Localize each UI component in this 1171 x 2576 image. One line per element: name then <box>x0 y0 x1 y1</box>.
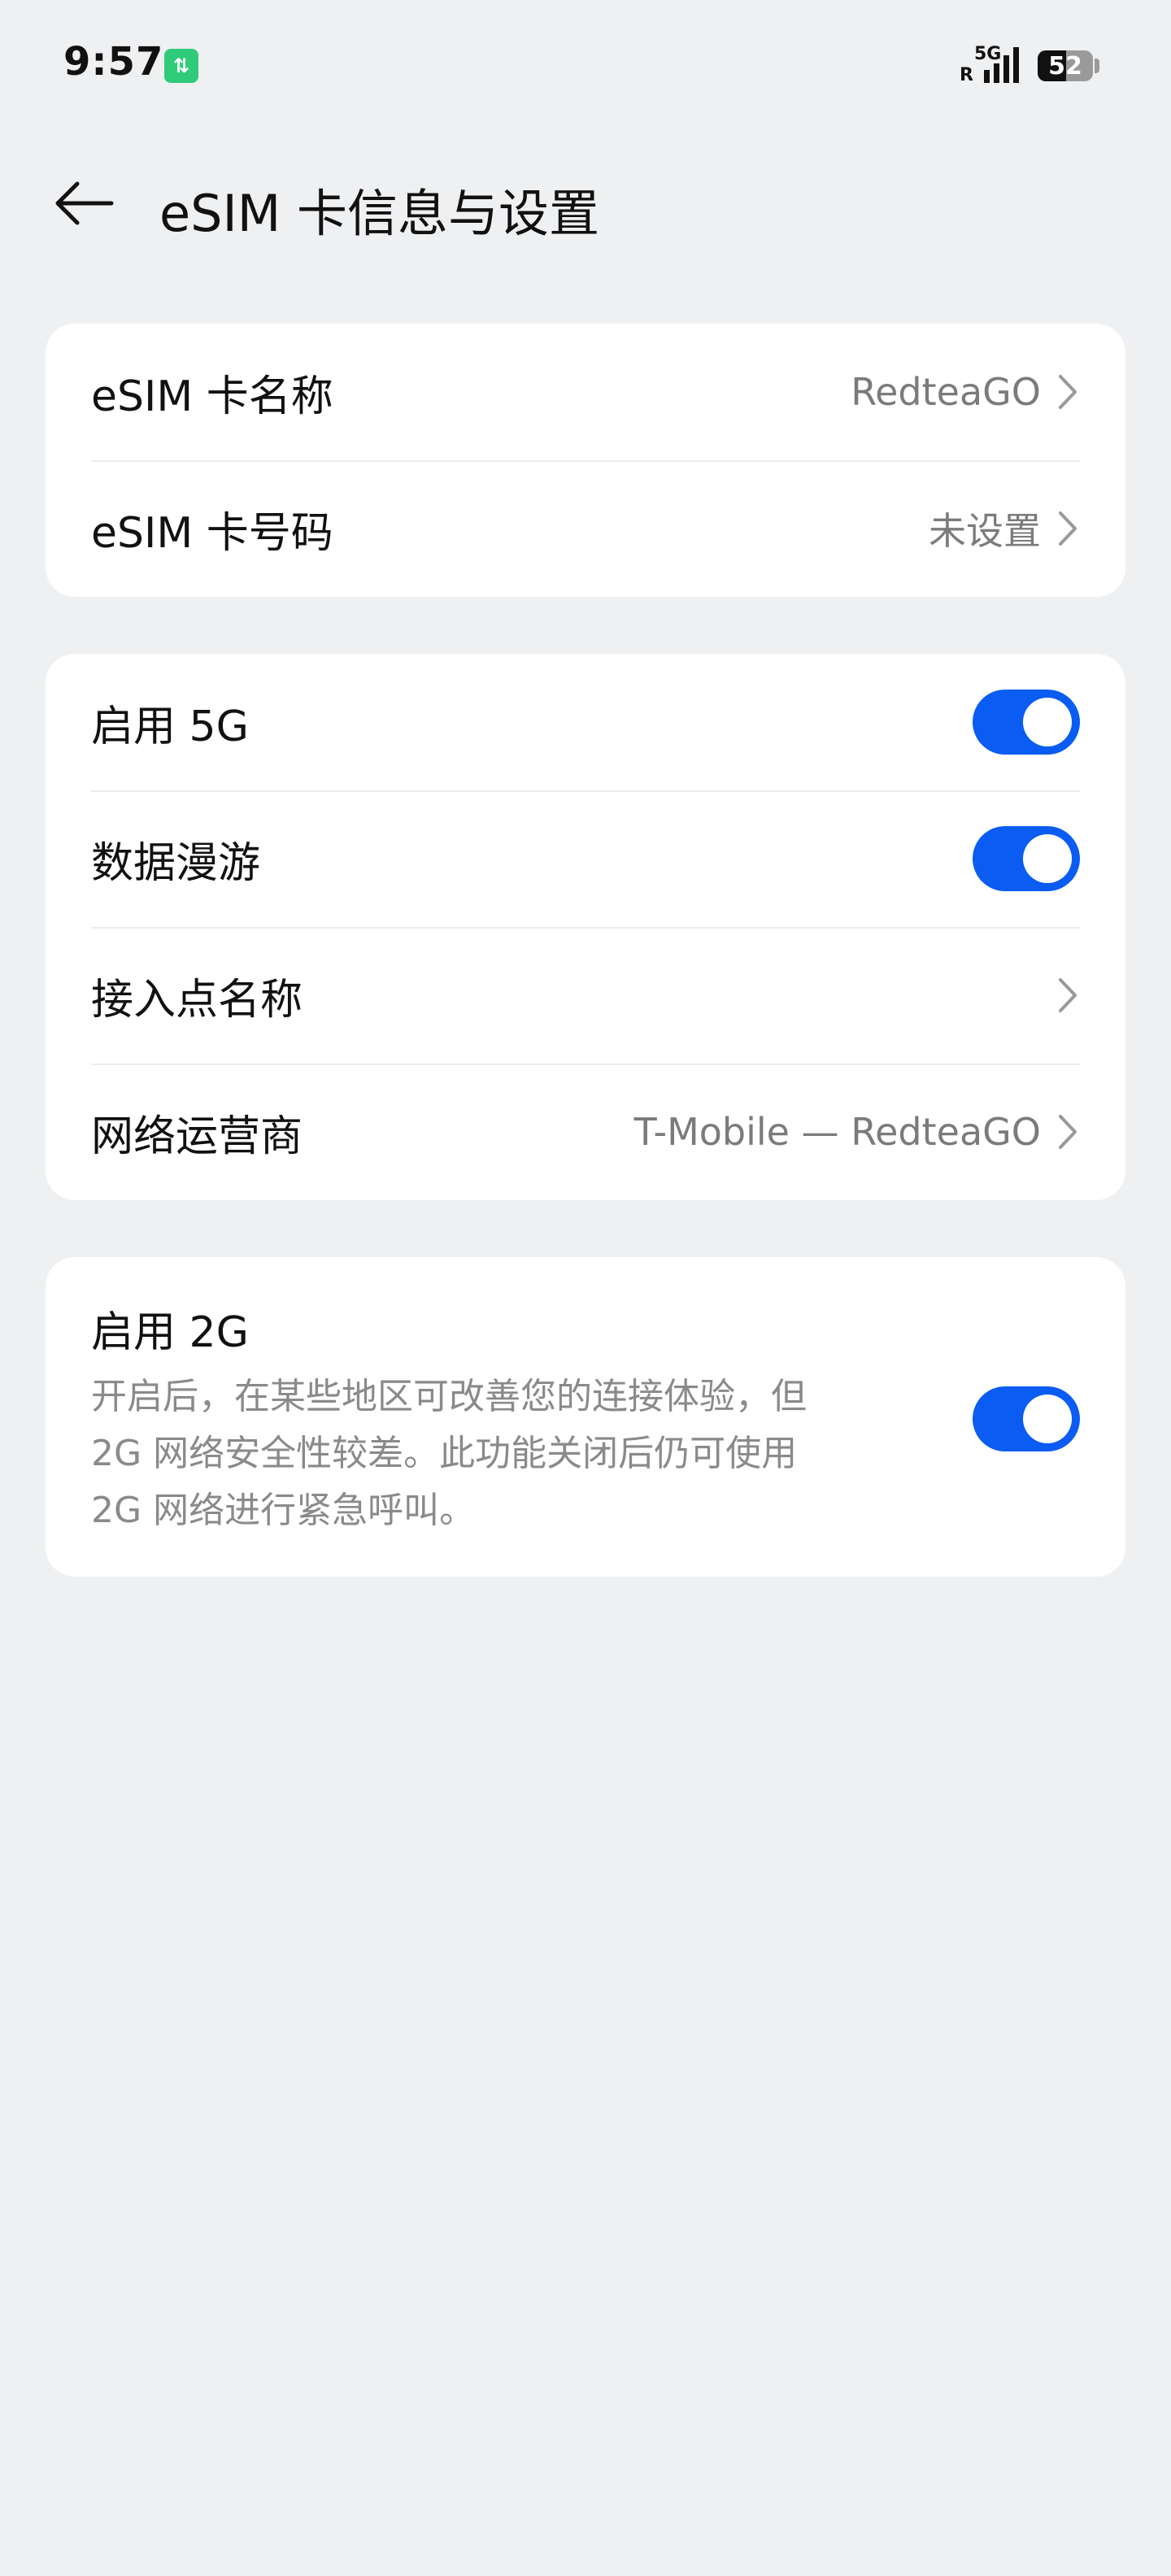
battery-level: 52 <box>1048 51 1082 80</box>
enable-2g-desc-line: 开启后，在某些地区可改善您的连接体验，但 <box>91 1376 807 1417</box>
apn-row[interactable]: 接入点名称 <box>46 927 1125 1064</box>
chevron-right-icon <box>1056 1112 1080 1152</box>
esim-name-row[interactable]: eSIM 卡名称 RedteaGO <box>46 324 1125 460</box>
enable-2g-description: 开启后，在某些地区可改善您的连接体验，但 2G 网络安全性较差。此功能关闭后仍可… <box>91 1368 908 1539</box>
page-title: eSIM 卡信息与设置 <box>159 184 599 243</box>
esim-name-value: RedteaGO <box>851 370 1041 414</box>
carrier-value: T-Mobile — RedteaGO <box>633 1110 1041 1154</box>
roaming-indicator: R <box>960 65 973 85</box>
enable-2g-row: 启用 2G 开启后，在某些地区可改善您的连接体验，但 2G 网络安全性较差。此功… <box>46 1257 1125 1577</box>
data-roaming-row: 数据漫游 <box>46 790 1125 927</box>
battery-tip <box>1095 59 1099 73</box>
enable-5g-toggle[interactable] <box>973 690 1080 755</box>
arrow-left-icon <box>55 181 114 225</box>
esim-name-label: eSIM 卡名称 <box>91 372 333 421</box>
chevron-right-icon <box>1056 372 1080 412</box>
esim-number-row[interactable]: eSIM 卡号码 未设置 <box>46 460 1125 597</box>
enable-5g-label: 启用 5G <box>91 702 249 751</box>
battery-icon: 52 <box>1038 50 1093 81</box>
apn-label: 接入点名称 <box>91 975 303 1025</box>
data-roaming-toggle[interactable] <box>973 826 1080 891</box>
status-bar: 9:57 ⇅ 5G R 52 <box>0 0 1171 130</box>
enable-2g-title: 启用 2G <box>91 1308 249 1357</box>
enable-2g-toggle[interactable] <box>973 1386 1080 1451</box>
carrier-row[interactable]: 网络运营商 T-Mobile — RedteaGO <box>46 1064 1125 1200</box>
enable-2g-card: 启用 2G 开启后，在某些地区可改善您的连接体验，但 2G 网络安全性较差。此功… <box>46 1257 1125 1577</box>
enable-5g-row: 启用 5G <box>46 654 1125 790</box>
network-settings-card: 启用 5G 数据漫游 接入点名称 网络运营商 T-Mobile — Redtea… <box>46 654 1125 1200</box>
carrier-label: 网络运营商 <box>91 1112 303 1161</box>
signal-strength-icon <box>984 47 1019 83</box>
back-button[interactable] <box>39 163 128 244</box>
enable-2g-desc-line: 2G 网络安全性较差。此功能关闭后仍可使用 <box>91 1433 798 1474</box>
enable-2g-text: 启用 2G 开启后，在某些地区可改善您的连接体验，但 2G 网络安全性较差。此功… <box>91 1298 973 1539</box>
toggle-knob <box>1023 698 1072 746</box>
esim-info-card: eSIM 卡名称 RedteaGO eSIM 卡号码 未设置 <box>46 324 1125 597</box>
chevron-right-icon <box>1056 975 1080 1016</box>
toggle-knob <box>1023 834 1072 883</box>
toggle-knob <box>1023 1394 1072 1443</box>
status-time: 9:57 <box>63 39 164 85</box>
chevron-right-icon <box>1056 508 1080 549</box>
data-transfer-icon: ⇅ <box>164 49 198 83</box>
enable-2g-desc-line: 2G 网络进行紧急呼叫。 <box>91 1490 476 1531</box>
data-roaming-label: 数据漫游 <box>91 838 261 888</box>
esim-number-label: eSIM 卡号码 <box>91 508 333 558</box>
esim-number-value: 未设置 <box>929 509 1041 553</box>
